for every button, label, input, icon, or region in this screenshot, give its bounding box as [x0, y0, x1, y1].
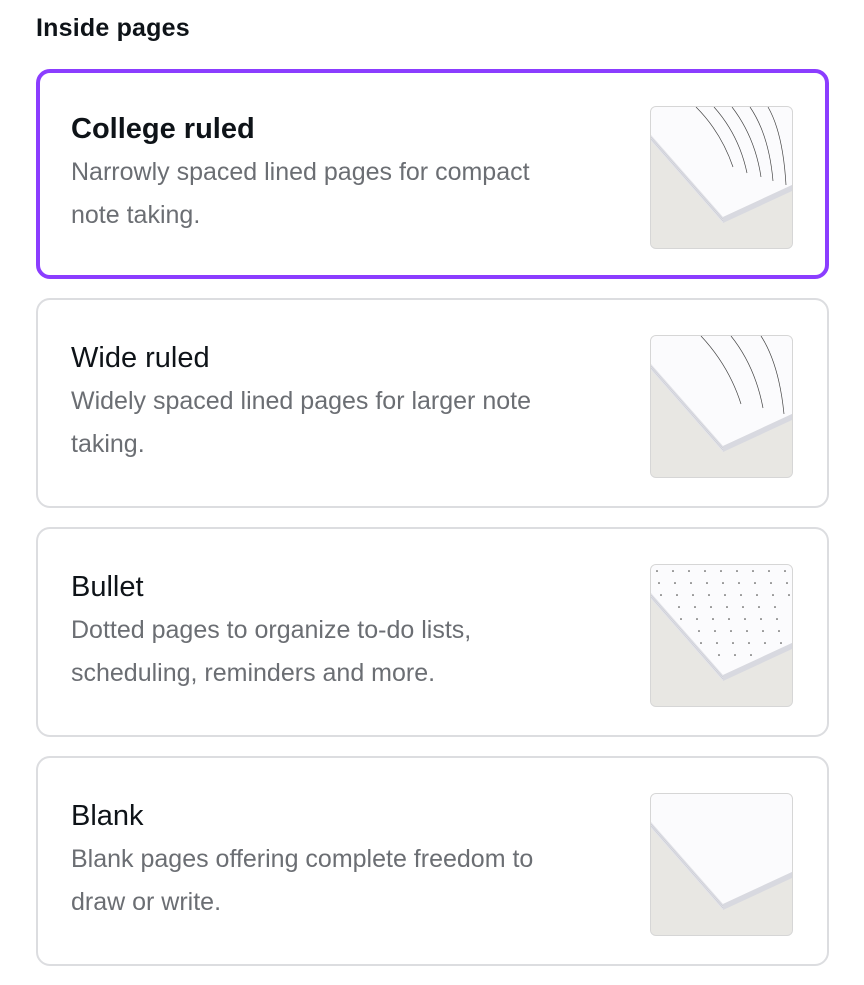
- option-description: Widely spaced lined pages for larger not…: [71, 380, 591, 466]
- option-description-line: Dotted pages to organize to-do lists,: [71, 616, 472, 644]
- option-wide-ruled[interactable]: Wide ruled Widely spaced lined pages for…: [36, 298, 829, 508]
- inside-pages-options: College ruled Narrowly spaced lined page…: [36, 69, 829, 985]
- wide-ruled-paper-icon: [650, 335, 793, 478]
- option-blank[interactable]: Blank Blank pages offering complete free…: [36, 756, 829, 966]
- dotted-paper-icon: [650, 564, 793, 707]
- option-title: Blank: [71, 800, 144, 832]
- blank-paper-icon: [650, 793, 793, 936]
- option-text: Bullet Dotted pages to organize to-do li…: [71, 569, 591, 695]
- option-description: Blank pages offering complete freedom to…: [71, 838, 591, 924]
- option-bullet[interactable]: Bullet Dotted pages to organize to-do li…: [36, 527, 829, 737]
- option-description: Narrowly spaced lined pages for compact …: [71, 151, 591, 237]
- option-title: Bullet: [71, 571, 144, 603]
- option-description-line: Blank pages offering complete freedom to: [71, 845, 534, 873]
- section-heading: Inside pages: [36, 14, 190, 42]
- option-title: College ruled: [71, 113, 255, 145]
- option-description: Dotted pages to organize to-do lists, sc…: [71, 609, 591, 695]
- option-description-line: taking.: [71, 430, 145, 458]
- option-text: College ruled Narrowly spaced lined page…: [71, 111, 591, 237]
- option-text: Wide ruled Widely spaced lined pages for…: [71, 340, 591, 466]
- option-description-line: draw or write.: [71, 888, 222, 916]
- option-text: Blank Blank pages offering complete free…: [71, 798, 591, 924]
- option-title: Wide ruled: [71, 342, 210, 374]
- option-college-ruled[interactable]: College ruled Narrowly spaced lined page…: [36, 69, 829, 279]
- option-description-line: scheduling, reminders and more.: [71, 659, 436, 687]
- option-description-line: note taking.: [71, 201, 201, 229]
- college-ruled-paper-icon: [650, 106, 793, 249]
- option-description-line: Narrowly spaced lined pages for compact: [71, 158, 530, 186]
- option-description-line: Widely spaced lined pages for larger not…: [71, 387, 531, 415]
